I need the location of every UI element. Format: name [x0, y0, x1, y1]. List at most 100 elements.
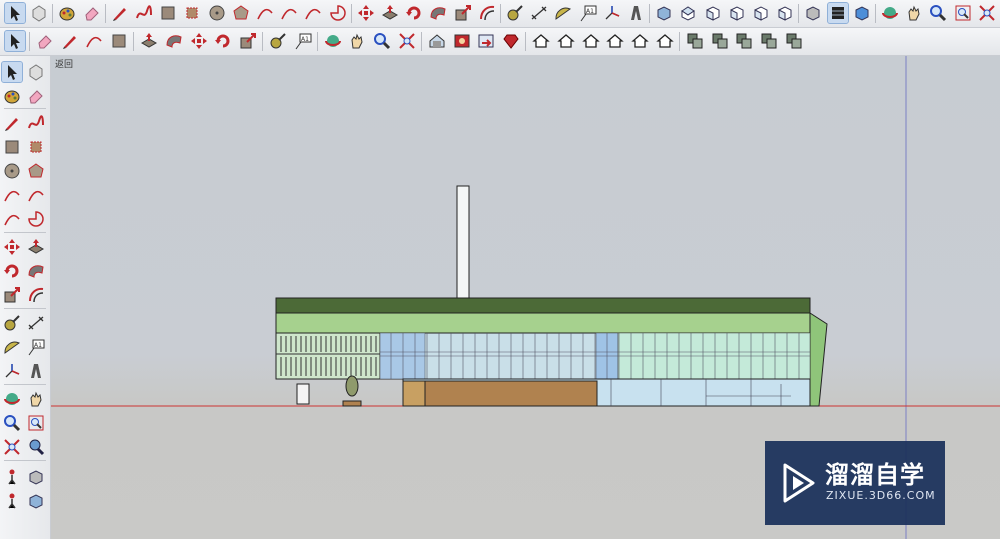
tool-rectangle-button[interactable]	[158, 3, 178, 23]
tool2-rotate-button[interactable]	[213, 31, 233, 51]
side-walk-button[interactable]	[2, 491, 22, 511]
tool2-share-button[interactable]	[476, 31, 496, 51]
side-3dtext-button[interactable]	[26, 361, 46, 381]
tool2-push-pull-button[interactable]	[139, 31, 159, 51]
tool-circle-button[interactable]	[207, 3, 227, 23]
tool-text-button[interactable]: A1	[578, 3, 598, 23]
tool2-house5-button[interactable]	[630, 31, 650, 51]
tool2-layers4-button[interactable]	[759, 31, 779, 51]
side-pie-button[interactable]	[26, 209, 46, 229]
side-circle-button[interactable]	[2, 161, 22, 181]
tool-move-button[interactable]	[356, 3, 376, 23]
tool-xray-button[interactable]	[803, 3, 823, 23]
tool2-scale-button[interactable]	[238, 31, 258, 51]
tool2-select-button[interactable]	[4, 30, 26, 52]
tool-polygon-button[interactable]	[231, 3, 251, 23]
tool-offset-button[interactable]	[477, 3, 497, 23]
tool-pie-button[interactable]	[328, 3, 348, 23]
side-arc-button[interactable]	[2, 185, 22, 205]
side-dimension-button[interactable]	[26, 313, 46, 333]
tool-textured-button[interactable]	[852, 3, 872, 23]
tool2-extension-button[interactable]	[452, 31, 472, 51]
side-zoom-button[interactable]	[2, 413, 22, 433]
tool-freehand-button[interactable]	[134, 3, 154, 23]
tool-rotated-rectangle-button[interactable]	[182, 3, 202, 23]
side-pushpull-button[interactable]	[26, 237, 46, 257]
side-arrow-button[interactable]	[1, 61, 23, 83]
tool-right-button[interactable]	[727, 3, 747, 23]
side-iso-view-button[interactable]	[26, 491, 46, 511]
side-rotated-rect-button[interactable]	[26, 137, 46, 157]
tool-zoom-extents-button[interactable]	[977, 3, 997, 23]
side-eraser-button[interactable]	[26, 86, 46, 106]
side-rotate-button[interactable]	[2, 261, 22, 281]
side-arc2-button[interactable]	[26, 185, 46, 205]
side-rectangle-button[interactable]	[2, 137, 22, 157]
side-paint-button[interactable]	[2, 86, 22, 106]
side-scale-button[interactable]	[2, 285, 22, 305]
tool-3pt-arc-button[interactable]	[303, 3, 323, 23]
tool-shaded-button[interactable]	[826, 2, 849, 24]
tool2-zoom-button[interactable]	[372, 31, 392, 51]
side-tape-button[interactable]	[2, 313, 22, 333]
side-protractor-button[interactable]	[2, 337, 22, 357]
side-component-button[interactable]	[26, 62, 46, 82]
tool-3d-text-button[interactable]	[626, 3, 646, 23]
tool2-zoom-extents-button[interactable]	[397, 31, 417, 51]
side-pencil-button[interactable]	[2, 113, 22, 133]
tool-select-button[interactable]	[4, 2, 26, 24]
side-zoom-window-button[interactable]	[26, 413, 46, 433]
tool-line-button[interactable]	[110, 3, 130, 23]
tool2-house2-button[interactable]	[556, 31, 576, 51]
tool-follow-me-button[interactable]	[428, 3, 448, 23]
side-followme-button[interactable]	[26, 261, 46, 281]
tool2-warehouse-button[interactable]	[427, 31, 447, 51]
tool2-house1-button[interactable]	[531, 31, 551, 51]
drawing-viewport[interactable]: 返回 溜溜自学 ZIXUE.3D66.COM	[51, 56, 1000, 539]
side-arc3-button[interactable]	[2, 209, 22, 229]
tool2-eraser-button[interactable]	[35, 31, 55, 51]
tool2-arc-button[interactable]	[84, 31, 104, 51]
tool-dimension-button[interactable]	[529, 3, 549, 23]
tool2-house6-button[interactable]	[655, 31, 675, 51]
side-polygon-button[interactable]	[26, 161, 46, 181]
tool-rotate-button[interactable]	[404, 3, 424, 23]
tool-2pt-arc-button[interactable]	[279, 3, 299, 23]
tool2-move-button[interactable]	[189, 31, 209, 51]
side-pan-button[interactable]	[26, 389, 46, 409]
side-walk-button[interactable]	[2, 467, 22, 487]
tool-top-button[interactable]	[678, 3, 698, 23]
tool2-layers1-button[interactable]	[685, 31, 705, 51]
side-zoom-extents-button[interactable]	[2, 437, 22, 457]
tool-scale-button[interactable]	[453, 3, 473, 23]
side-offset-button[interactable]	[26, 285, 46, 305]
tool-push-pull-button[interactable]	[380, 3, 400, 23]
side-search-button[interactable]	[26, 437, 46, 457]
tool-axes-button[interactable]	[602, 3, 622, 23]
tool2-layers5-button[interactable]	[784, 31, 804, 51]
tool2-orbit-button[interactable]	[323, 31, 343, 51]
tool2-pan-button[interactable]	[347, 31, 367, 51]
tool-orbit-button[interactable]	[880, 3, 900, 23]
tool-tape-measure-button[interactable]	[505, 3, 525, 23]
tool2-layers2-button[interactable]	[710, 31, 730, 51]
tool-protractor-button[interactable]	[553, 3, 573, 23]
tool-front-button[interactable]	[703, 3, 723, 23]
tool2-layers3-button[interactable]	[734, 31, 754, 51]
tool2-text-button[interactable]: A1	[293, 31, 313, 51]
tool2-tape-button[interactable]	[268, 31, 288, 51]
side-axes-button[interactable]	[2, 361, 22, 381]
tool2-house3-button[interactable]	[581, 31, 601, 51]
tool2-pencil-button[interactable]	[60, 31, 80, 51]
side-orbit-button[interactable]	[2, 389, 22, 409]
tool-eraser-button[interactable]	[82, 3, 102, 23]
tool2-follow-me-button[interactable]	[164, 31, 184, 51]
tool-component-button[interactable]	[29, 3, 49, 23]
tool2-ruby-button[interactable]	[501, 31, 521, 51]
tool2-rectangle-button[interactable]	[109, 31, 129, 51]
tool2-house4-button[interactable]	[605, 31, 625, 51]
tool-zoom-button[interactable]	[928, 3, 948, 23]
side-xray-button[interactable]	[26, 467, 46, 487]
tool-pan-button[interactable]	[904, 3, 924, 23]
tool-iso-button[interactable]	[654, 3, 674, 23]
